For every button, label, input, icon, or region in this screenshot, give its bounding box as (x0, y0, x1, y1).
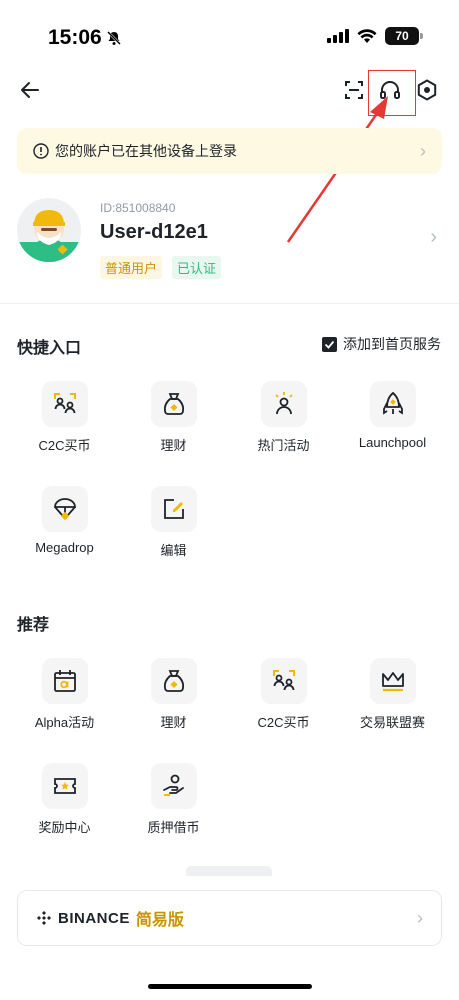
quick-item-label: Launchpool (358, 435, 427, 450)
quick-item-label: C2C买币 (38, 438, 91, 453)
quick-item-c2c[interactable]: C2C买币 (10, 381, 119, 454)
quick-item-hot-activity[interactable]: 热门活动 (229, 381, 338, 454)
recommended-item-label: C2C买币 (257, 715, 310, 730)
user-badges: 普通用户 已认证 (100, 256, 222, 279)
quick-item-label: Megadrop (35, 540, 94, 555)
recommended-item-trade-league[interactable]: 交易联盟赛 (338, 658, 447, 731)
recommended-item-pledge-loan[interactable]: 质押借币 (119, 763, 228, 836)
user-level-badge: 普通用户 (100, 256, 163, 279)
reward-ticket-icon (41, 763, 88, 809)
battery-indicator: 70 (385, 27, 423, 45)
recommended-item-earn[interactable]: 理财 (119, 658, 228, 731)
alpha-calendar-icon (41, 658, 88, 704)
quick-item-label: 编辑 (160, 543, 187, 558)
earn-bag-icon (150, 658, 197, 704)
edit-icon (150, 486, 197, 532)
recommended-item-alpha[interactable]: Alpha活动 (10, 658, 119, 731)
section-divider (0, 303, 459, 304)
add-to-home-toggle[interactable]: 添加到首页服务 (322, 334, 441, 354)
chevron-right-icon: › (430, 226, 437, 248)
scan-icon[interactable] (342, 78, 366, 102)
settings-hexagon-icon[interactable] (415, 78, 439, 102)
bell-muted-icon (106, 31, 121, 45)
quick-item-label: 热门活动 (257, 438, 310, 453)
status-time: 15:06 (48, 26, 122, 50)
binance-lite-switch[interactable]: BINANCE 简易版 › (17, 890, 442, 946)
binance-brand-text: BINANCE (58, 909, 130, 927)
hot-activity-icon (260, 381, 307, 427)
recommended-item-label: 理财 (160, 715, 187, 730)
crown-icon (369, 658, 416, 704)
recommended-item-reward-center[interactable]: 奖励中心 (10, 763, 119, 836)
pledge-loan-icon (150, 763, 197, 809)
parachute-icon (41, 486, 88, 532)
battery-level: 70 (395, 29, 409, 43)
add-to-home-label: 添加到首页服务 (343, 336, 441, 352)
status-indicators: 70 (327, 27, 423, 45)
home-indicator (148, 984, 312, 989)
recommended-item-label: 交易联盟赛 (359, 715, 425, 730)
quick-access-title: 快捷入口 (17, 340, 82, 357)
chevron-right-icon: › (420, 140, 426, 161)
binance-logo: BINANCE (36, 910, 130, 927)
quick-item-edit[interactable]: 编辑 (119, 486, 228, 559)
info-circle-icon (33, 143, 49, 159)
username: User-d12e1 (100, 221, 208, 243)
notice-text: 您的账户已在其他设备上登录 (55, 143, 237, 159)
status-time-text: 15:06 (48, 26, 102, 49)
c2c-icon (41, 381, 88, 427)
recommended-item-label: Alpha活动 (34, 715, 95, 730)
scroll-hint-tab (186, 866, 272, 876)
earn-bag-icon (150, 381, 197, 427)
quick-item-launchpool[interactable]: Launchpool (338, 381, 447, 450)
back-arrow-icon[interactable] (18, 78, 42, 102)
rocket-icon (369, 381, 416, 427)
verified-badge: 已认证 (172, 256, 222, 279)
binance-diamond-icon (37, 911, 51, 925)
annotation-highlight-box (368, 70, 416, 116)
login-notice-bar[interactable]: 您的账户已在其他设备上登录 › (17, 128, 442, 174)
c2c-icon (260, 658, 307, 704)
recommended-title: 推荐 (17, 617, 50, 634)
checkbox-checked-icon[interactable] (322, 336, 337, 352)
quick-item-label: 理财 (160, 438, 187, 453)
recommended-item-c2c[interactable]: C2C买币 (229, 658, 338, 731)
quick-item-earn[interactable]: 理财 (119, 381, 228, 454)
status-bar: 15:06 70 (0, 0, 459, 70)
user-id: ID:851008840 (100, 201, 176, 215)
recommended-item-label: 质押借币 (147, 820, 200, 835)
chevron-right-icon: › (417, 907, 423, 928)
avatar (17, 198, 81, 262)
profile-card[interactable]: ID:851008840 User-d12e1 普通用户 已认证 › (0, 190, 459, 290)
quick-item-megadrop[interactable]: Megadrop (10, 486, 119, 555)
lite-mode-label: 简易版 (135, 912, 184, 929)
signal-icon (327, 29, 349, 43)
wifi-icon (357, 28, 377, 43)
recommended-item-label: 奖励中心 (38, 820, 91, 835)
